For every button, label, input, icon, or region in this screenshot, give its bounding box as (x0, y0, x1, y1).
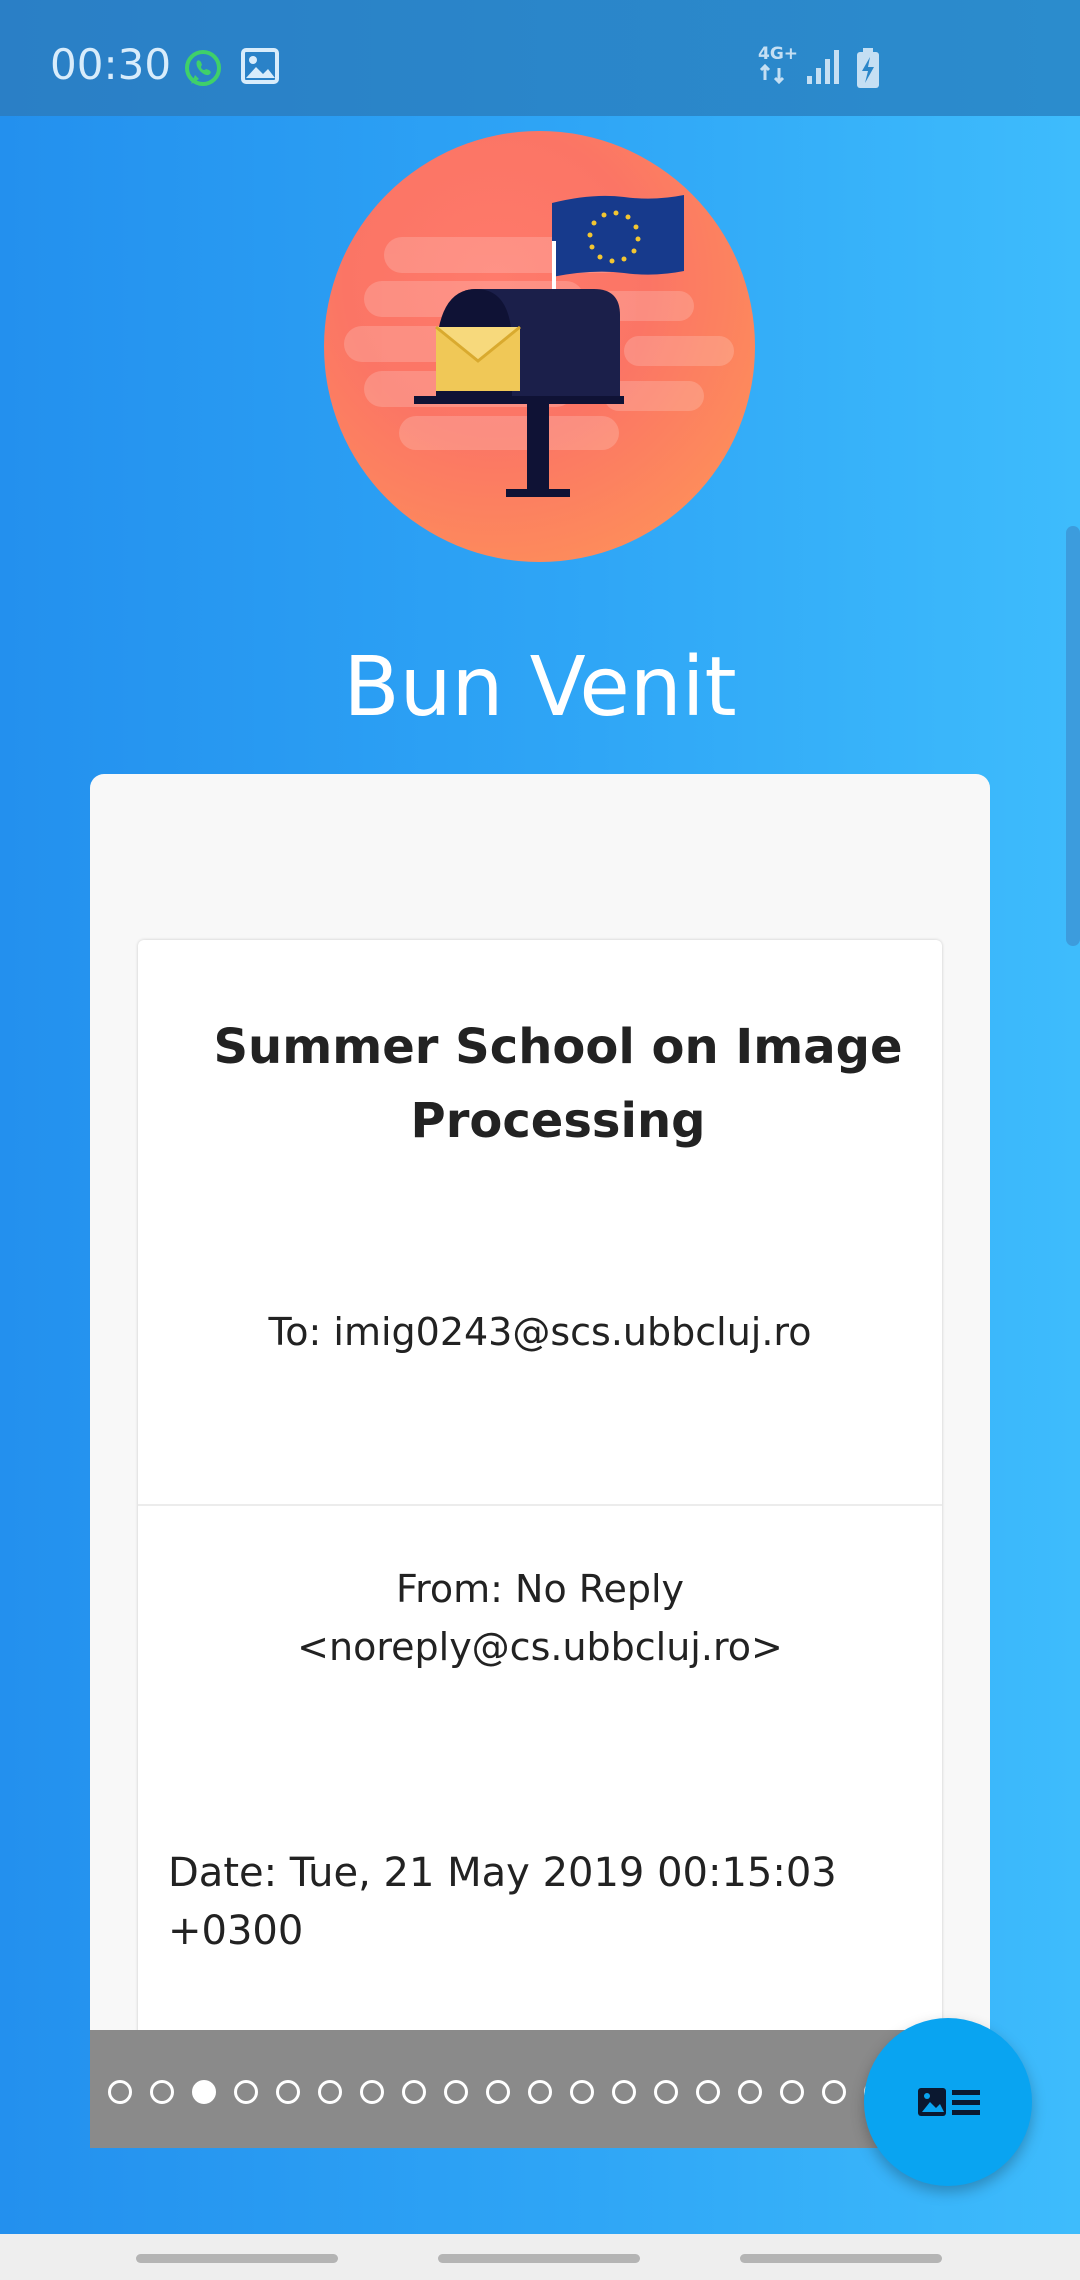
pager-dot[interactable] (486, 2080, 510, 2104)
system-nav-bar (0, 2234, 1080, 2280)
pager-dot[interactable] (234, 2080, 258, 2104)
pager-dot[interactable] (780, 2080, 804, 2104)
network-label: 4G+ (758, 44, 799, 64)
battery-charging-icon (857, 48, 879, 88)
pager-dot[interactable] (360, 2080, 384, 2104)
nav-home-button[interactable] (438, 2254, 640, 2263)
whatsapp-icon (185, 50, 221, 86)
email-card[interactable]: Summer School on Image Processing To: im… (138, 940, 942, 2148)
email-card-container: Summer School on Image Processing To: im… (90, 774, 990, 2148)
pager-dot[interactable] (150, 2080, 174, 2104)
pager-dot[interactable] (570, 2080, 594, 2104)
email-subject: Summer School on Image Processing (213, 1019, 903, 1149)
pager-dot[interactable] (738, 2080, 762, 2104)
pager-dot[interactable] (318, 2080, 342, 2104)
email-date: Date: Tue, 21 May 2019 00:15:03 +0300 (168, 1850, 837, 1954)
nav-back-button[interactable] (740, 2254, 942, 2263)
gallery-icon (241, 48, 279, 84)
pager-dot[interactable] (444, 2080, 468, 2104)
pager-dot[interactable] (528, 2080, 552, 2104)
network-4g-icon: 4G+ (758, 44, 798, 88)
status-time: 00:30 (50, 40, 172, 89)
divider (138, 1504, 942, 1506)
pager-dot[interactable] (402, 2080, 426, 2104)
hero-illustration (324, 131, 755, 562)
pager-dot[interactable] (108, 2080, 132, 2104)
status-bar: 00:30 4G+ (0, 0, 1080, 116)
welcome-title: Bun Venit (343, 640, 737, 735)
pager-dots (90, 2030, 990, 2148)
pager-dot[interactable] (654, 2080, 678, 2104)
mailbox-eu-flag-icon (344, 195, 734, 497)
email-recipient: To: imig0243@scs.ubbcluj.ro (268, 1310, 812, 1354)
pager-dot[interactable] (612, 2080, 636, 2104)
nav-recents-button[interactable] (136, 2254, 338, 2263)
article-list-icon (918, 2088, 980, 2116)
email-sender: From: No Reply <noreply@cs.ubbcluj.ro> (297, 1567, 783, 1669)
signal-icon (807, 50, 839, 84)
pager-dot[interactable] (276, 2080, 300, 2104)
scrollbar-thumb[interactable] (1066, 526, 1080, 946)
pager-dot[interactable] (192, 2080, 216, 2104)
pager-dot[interactable] (696, 2080, 720, 2104)
pager-dot[interactable] (822, 2080, 846, 2104)
article-list-button[interactable] (864, 2018, 1032, 2186)
